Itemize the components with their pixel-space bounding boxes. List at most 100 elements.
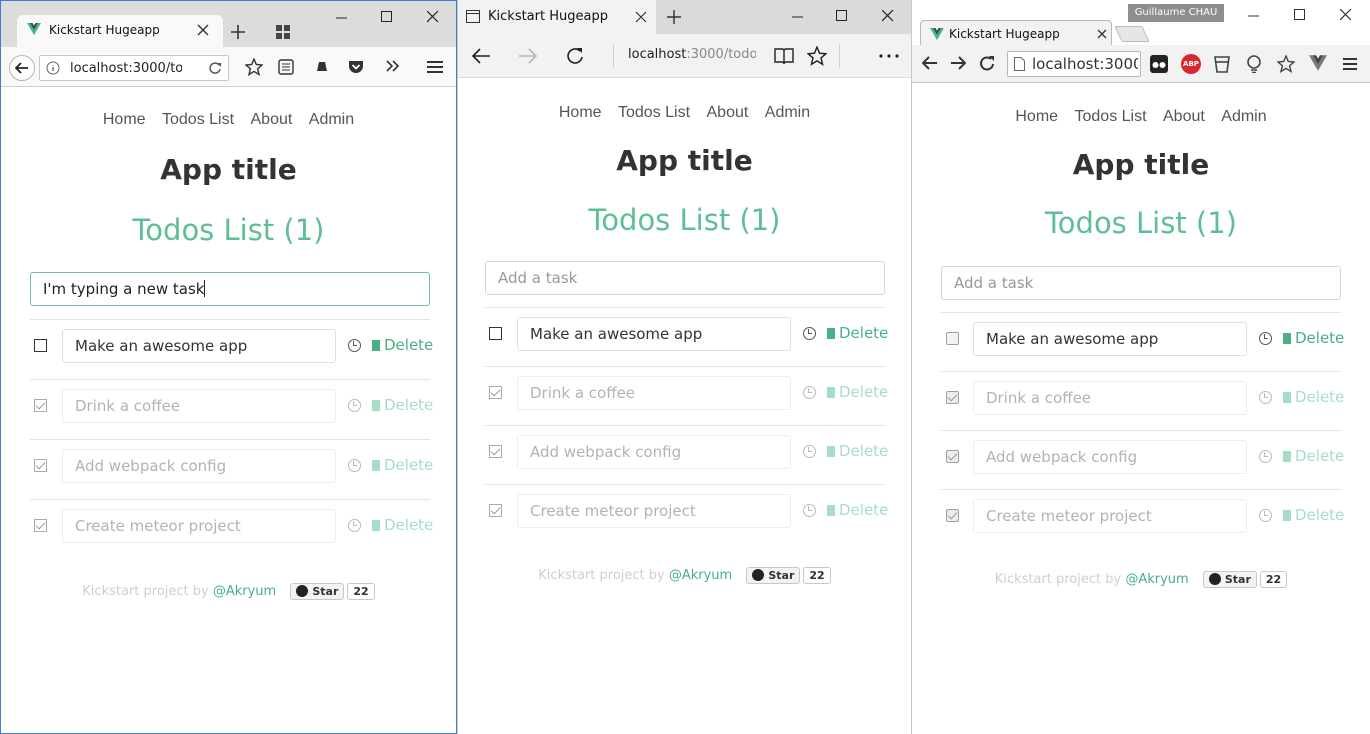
github-star-button[interactable]: Star [1202, 571, 1257, 588]
close-tab-icon[interactable] [197, 24, 209, 36]
edge-tab[interactable]: Kickstart Hugeapp [458, 0, 656, 34]
chrome-tab[interactable]: Kickstart Hugeapp [920, 20, 1112, 48]
maximize-icon[interactable] [1294, 9, 1306, 21]
back-icon[interactable] [9, 55, 35, 81]
close-tab-icon[interactable] [635, 11, 647, 23]
close-tab-icon[interactable] [1097, 29, 1107, 39]
overflow-chevron-icon[interactable] [386, 60, 400, 72]
edge-url-bar[interactable]: localhost:3000/todos/l [628, 47, 756, 62]
author-link[interactable]: @Akryum [1125, 572, 1188, 587]
menu-icon[interactable] [427, 60, 443, 74]
todo-checkbox[interactable] [489, 445, 502, 458]
new-task-input[interactable]: Add a task [485, 261, 885, 295]
reload-icon[interactable] [565, 46, 585, 66]
clock-icon[interactable] [348, 399, 361, 412]
bookmark-star-icon[interactable] [245, 58, 263, 76]
reload-icon[interactable] [979, 55, 995, 71]
todo-title-input[interactable]: Add webpack config [62, 449, 336, 483]
star-count[interactable]: 22 [803, 567, 831, 584]
nav-admin[interactable]: Admin [309, 111, 354, 128]
nav-admin[interactable]: Admin [765, 104, 810, 121]
close-window-icon[interactable] [427, 11, 439, 23]
delete-button[interactable]: Delete [372, 396, 433, 414]
delete-button[interactable]: Delete [1283, 447, 1344, 465]
vue-devtools-icon[interactable] [1309, 55, 1327, 71]
nav-todos-list[interactable]: Todos List [162, 111, 234, 128]
nav-todos-list[interactable]: Todos List [1075, 108, 1147, 125]
nav-home[interactable]: Home [103, 111, 146, 128]
delete-button[interactable]: Delete [827, 442, 888, 460]
forward-icon[interactable] [950, 56, 966, 70]
nav-home[interactable]: Home [559, 104, 602, 121]
delete-button[interactable]: Delete [827, 383, 888, 401]
back-icon[interactable] [922, 56, 938, 70]
github-star-button[interactable]: Star [290, 583, 345, 600]
pocket-icon[interactable] [348, 59, 364, 75]
reader-view-icon[interactable] [278, 59, 294, 75]
minimize-icon[interactable] [336, 12, 348, 24]
todo-checkbox[interactable] [34, 399, 47, 412]
new-task-input[interactable]: I'm typing a new task [30, 272, 430, 306]
todo-title-input[interactable]: Make an awesome app [517, 317, 791, 351]
chrome-url-bar[interactable]: localhost:3000/ [1007, 51, 1141, 77]
clock-icon[interactable] [348, 519, 361, 532]
new-tab-icon[interactable] [231, 25, 245, 39]
todo-checkbox[interactable] [946, 332, 959, 345]
clock-icon[interactable] [803, 386, 816, 399]
todo-checkbox[interactable] [946, 450, 959, 463]
user-profile-badge[interactable]: Guillaume CHAU [1128, 4, 1224, 22]
delete-button[interactable]: Delete [372, 456, 433, 474]
maximize-icon[interactable] [836, 10, 848, 22]
firefox-url-bar[interactable]: localhost:3000/to [39, 55, 229, 81]
bookmark-star-icon[interactable] [1277, 55, 1295, 73]
clock-icon[interactable] [348, 339, 361, 352]
info-icon[interactable] [46, 61, 60, 75]
favorite-star-icon[interactable] [807, 46, 827, 66]
todo-checkbox[interactable] [946, 391, 959, 404]
clock-icon[interactable] [803, 445, 816, 458]
todo-title-input[interactable]: Make an awesome app [973, 322, 1247, 356]
delete-button[interactable]: Delete [827, 324, 888, 342]
todo-title-input[interactable]: Add webpack config [973, 440, 1247, 474]
author-link[interactable]: @Akryum [213, 584, 276, 599]
minimize-icon[interactable] [1248, 10, 1260, 22]
todo-title-input[interactable]: Create meteor project [973, 499, 1247, 533]
star-count[interactable]: 22 [1259, 571, 1288, 588]
maximize-icon[interactable] [381, 11, 393, 23]
clock-icon[interactable] [348, 459, 361, 472]
firefox-tab[interactable]: Kickstart Hugeapp [17, 15, 223, 47]
todo-title-input[interactable]: Drink a coffee [973, 381, 1247, 415]
delete-button[interactable]: Delete [372, 336, 433, 354]
nav-about[interactable]: About [251, 111, 293, 128]
reload-icon[interactable] [208, 61, 222, 75]
close-window-icon[interactable] [1340, 9, 1352, 21]
reading-view-icon[interactable] [774, 47, 794, 65]
todo-checkbox[interactable] [34, 339, 47, 352]
author-link[interactable]: @Akryum [669, 568, 732, 583]
extension-bulb-icon[interactable] [1246, 55, 1262, 73]
new-tab-icon[interactable] [667, 10, 681, 24]
todo-checkbox[interactable] [946, 509, 959, 522]
delete-button[interactable]: Delete [827, 501, 888, 519]
star-count[interactable]: 22 [347, 583, 375, 600]
clock-icon[interactable] [1259, 509, 1272, 522]
new-task-input[interactable]: Add a task [941, 266, 1341, 300]
github-star-button[interactable]: Star [746, 567, 801, 584]
nav-todos-list[interactable]: Todos List [618, 104, 690, 121]
todo-title-input[interactable]: Create meteor project [517, 494, 791, 528]
adblock-plus-icon[interactable]: ABP [1181, 54, 1201, 74]
nav-about[interactable]: About [707, 104, 749, 121]
nav-about[interactable]: About [1163, 108, 1205, 125]
todo-checkbox[interactable] [489, 386, 502, 399]
todo-checkbox[interactable] [489, 504, 502, 517]
forward-icon[interactable] [518, 47, 538, 65]
nav-home[interactable]: Home [1015, 108, 1058, 125]
delete-button[interactable]: Delete [1283, 506, 1344, 524]
extension-hat-icon[interactable] [313, 60, 331, 74]
extension-cup-icon[interactable] [1214, 55, 1230, 73]
todo-title-input[interactable]: Add webpack config [517, 435, 791, 469]
todo-checkbox[interactable] [34, 519, 47, 532]
clock-icon[interactable] [1259, 332, 1272, 345]
delete-button[interactable]: Delete [1283, 388, 1344, 406]
tab-overview-icon[interactable] [276, 25, 290, 39]
